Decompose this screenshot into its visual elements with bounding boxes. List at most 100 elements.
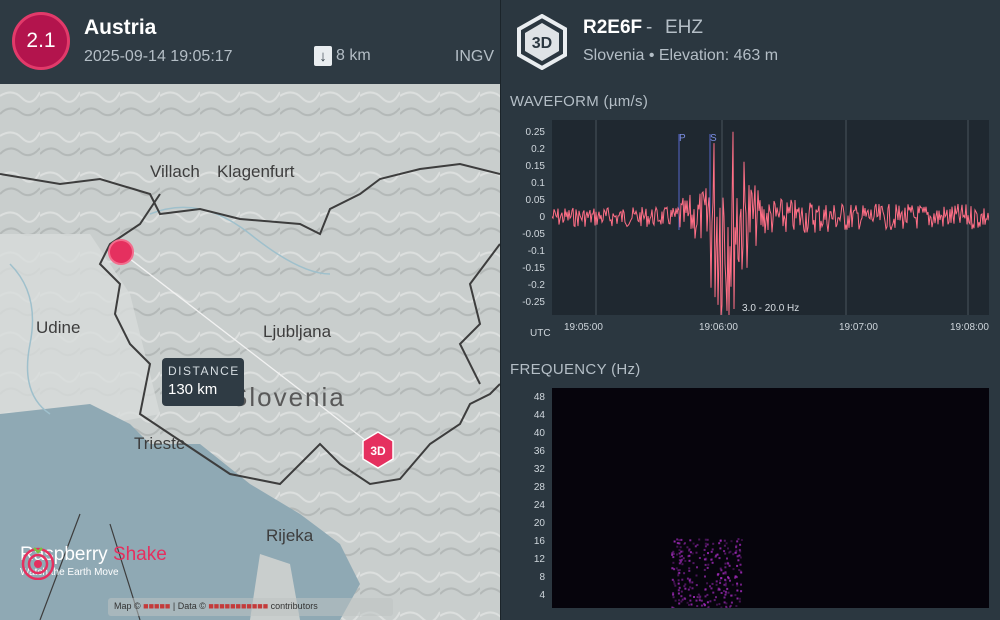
spectrogram-cell [739,563,742,566]
spectrogram-cell [686,601,689,604]
spectrogram-cell [738,600,741,603]
spectrogram-cell [729,550,732,553]
spectrogram-cell [709,585,711,588]
spectrogram-cell [716,573,719,576]
station-badge-label: 3D [532,35,552,52]
spectrogram-cell [698,557,701,559]
spectrogram-cell [731,583,734,586]
spectrogram-cell [691,552,694,555]
spectrogram-cell [729,579,731,582]
brand-logo[interactable]: Raspberry Shake Watch the Earth Move [20,544,167,580]
spectrogram-cell [718,603,721,606]
station-code: R2E6F [583,17,643,38]
spectrogram-cell [740,583,742,586]
spectrogram-cell [680,538,683,541]
spectrogram-cell [695,574,698,577]
spectrogram-cell [688,559,691,562]
waveform-y-tick: -0.15 [522,263,545,274]
spectrogram-cell [720,592,723,594]
event-depth: ↓ 8 km [314,46,371,66]
waveform-y-tick: 0.05 [525,195,545,206]
spectrogram-cell [684,587,687,590]
spectrogram-cell [719,567,722,570]
city-label: Villach [150,162,200,181]
event-source: INGV [454,48,494,65]
spectrogram-cell [677,579,680,582]
spectrogram-cell [720,606,723,609]
spectrogram-cell [689,551,692,554]
spectrogram-cell [678,552,681,555]
spectrogram-cell [704,542,707,545]
spectrogram-cell [740,590,743,593]
map-view[interactable]: 3D Villach Klagenfurt Udine Ljubljana Tr… [0,84,500,620]
spectrogram-cell [688,567,691,570]
spectrogram-cell [706,582,709,585]
spectrogram-y-tick: 40 [533,428,545,439]
spectrogram-cell [692,542,695,545]
spectrogram-cell [715,583,718,586]
spectrogram-cell [703,604,706,607]
frequency-title: FREQUENCY (Hz) [510,361,641,378]
spectrogram-cell [735,576,738,579]
spectrogram-cell [704,575,706,578]
spectrogram-cell [711,582,714,585]
spectrogram-cell [681,550,684,553]
spectrogram-cell [716,603,718,606]
spectrogram-cell [699,595,702,598]
spectrogram-cell [677,589,680,592]
spectrogram-cell [719,547,722,550]
spectrogram-cell [717,587,720,590]
distance-value: 130 km [168,381,218,398]
station-hex-icon: 3D [517,14,567,70]
spectrogram-cell [673,580,675,583]
spectrogram-cell [736,555,739,558]
spectrogram-cell [724,579,727,582]
spectrogram-plot[interactable] [552,388,989,610]
spectrogram-cell [688,548,691,551]
spectrogram-cell [692,562,695,565]
spectrogram-cell [671,567,674,570]
city-label: Udine [36,318,81,337]
spectrogram-cell [739,556,742,559]
attribution-data: | Data © [172,601,206,611]
spectrogram-cell [691,587,694,590]
spectrogram-cell [722,572,725,575]
spectrogram-cell [682,557,685,560]
spectrogram-cell [720,577,723,580]
waveform-y-tick: 0 [539,212,545,223]
spectrogram-cell [696,543,699,546]
spectrogram-cell [707,563,710,566]
spectrogram-cell [704,538,707,541]
spectrogram-cell [676,545,679,548]
spectrogram-cell [678,562,681,565]
station-panel: 3D R2E6F - EHZ Slovenia • Elevation: 463… [501,0,1000,620]
spectrogram-cell [711,548,714,551]
spectrogram-cell [725,602,728,605]
spectrogram-cell [678,559,681,561]
spectrogram-cell [718,542,721,545]
waveform-x-tick: 19:07:00 [839,322,878,333]
spectrogram-cell [737,559,740,562]
waveform-y-tick: 0.1 [531,178,545,189]
spectrogram-cell [712,542,715,545]
distance-label: DISTANCE [168,364,240,378]
spectrogram-cell [730,601,733,604]
station-info: Slovenia • Elevation: 463 m [583,47,779,64]
spectrogram-y-tick: 16 [533,536,545,547]
spectrogram-cell [724,571,727,574]
spectrogram-cell [723,544,726,547]
spectrogram-cell [680,600,683,603]
magnitude-badge: 2.1 [12,12,70,70]
spectrogram-cell [673,568,676,571]
spectrogram-cell [689,581,691,584]
attribution-link[interactable]: ■■■■■ [143,601,170,611]
spectrogram-cell [724,562,727,565]
spectrogram-cell [706,543,709,546]
spectrogram-y-tick: 4 [539,590,545,601]
waveform-y-tick: -0.2 [527,280,545,291]
waveform-y-tick: 0.2 [531,144,545,155]
spectrogram-cell [678,602,681,605]
waveform-plot[interactable] [551,120,990,316]
attribution-link[interactable]: ■■■■■■■■■■■ [208,601,268,611]
spectrogram-cell [719,582,722,584]
